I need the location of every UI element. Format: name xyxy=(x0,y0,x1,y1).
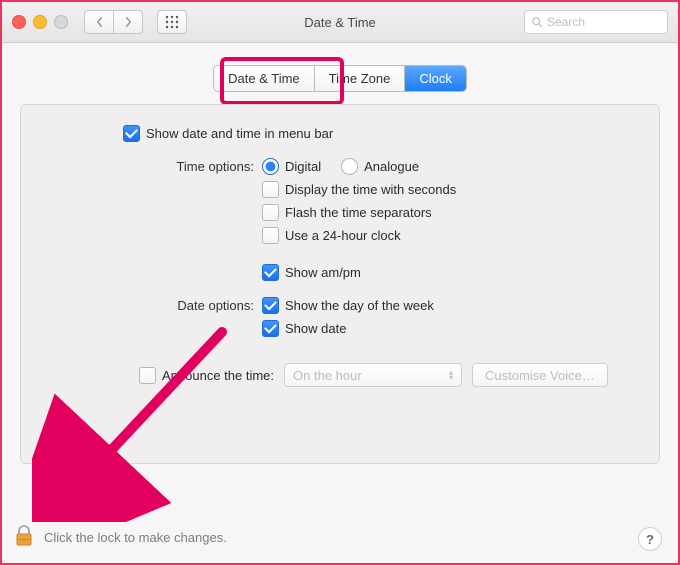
window-zoom-button xyxy=(54,15,68,29)
search-icon xyxy=(531,16,543,28)
popup-announce-value: On the hour xyxy=(293,368,362,383)
label-digital: Digital xyxy=(285,159,321,174)
checkbox-menubar[interactable] xyxy=(123,125,140,142)
radio-analogue[interactable] xyxy=(341,158,358,175)
label-menubar: Show date and time in menu bar xyxy=(146,126,333,141)
label-seconds: Display the time with seconds xyxy=(285,182,456,197)
tab-group: Date & Time Time Zone Clock xyxy=(213,65,467,92)
content-panel: Show date and time in menu bar Time opti… xyxy=(20,104,660,464)
show-all-button[interactable] xyxy=(157,10,187,34)
checkbox-announce[interactable] xyxy=(139,367,156,384)
chevron-right-icon xyxy=(124,16,133,28)
label-24hour: Use a 24-hour clock xyxy=(285,228,401,243)
window-minimize-button[interactable] xyxy=(33,15,47,29)
lock-icon xyxy=(14,524,34,548)
label-showdate: Show date xyxy=(285,321,346,336)
grid-icon xyxy=(165,15,179,29)
tab-date-time[interactable]: Date & Time xyxy=(214,66,315,91)
label-analogue: Analogue xyxy=(364,159,419,174)
chevron-left-icon xyxy=(95,16,104,28)
checkbox-seconds[interactable] xyxy=(262,181,279,198)
label-announce: Announce the time: xyxy=(162,368,274,383)
lock-button[interactable] xyxy=(14,524,34,551)
checkbox-dayofweek[interactable] xyxy=(262,297,279,314)
checkbox-24hour[interactable] xyxy=(262,227,279,244)
checkbox-flash[interactable] xyxy=(262,204,279,221)
help-button[interactable]: ? xyxy=(638,527,662,551)
label-ampm: Show am/pm xyxy=(285,265,361,280)
tab-time-zone[interactable]: Time Zone xyxy=(315,66,406,91)
window-close-button[interactable] xyxy=(12,15,26,29)
search-placeholder: Search xyxy=(547,15,585,29)
radio-digital[interactable] xyxy=(262,158,279,175)
nav-back-button[interactable] xyxy=(84,10,114,34)
button-customise-voice[interactable]: Customise Voice… xyxy=(472,363,608,387)
search-field[interactable]: Search xyxy=(524,10,668,34)
label-dayofweek: Show the day of the week xyxy=(285,298,434,313)
popup-announce-interval[interactable]: On the hour ▴▾ xyxy=(284,363,462,387)
checkbox-ampm[interactable] xyxy=(262,264,279,281)
label-time-options: Time options: xyxy=(39,158,262,174)
tab-clock[interactable]: Clock xyxy=(405,66,466,91)
nav-forward-button[interactable] xyxy=(114,10,143,34)
checkbox-showdate[interactable] xyxy=(262,320,279,337)
stepper-icon: ▴▾ xyxy=(449,370,453,380)
label-date-options: Date options: xyxy=(39,297,262,313)
label-flash: Flash the time separators xyxy=(285,205,432,220)
lock-text: Click the lock to make changes. xyxy=(44,530,227,545)
